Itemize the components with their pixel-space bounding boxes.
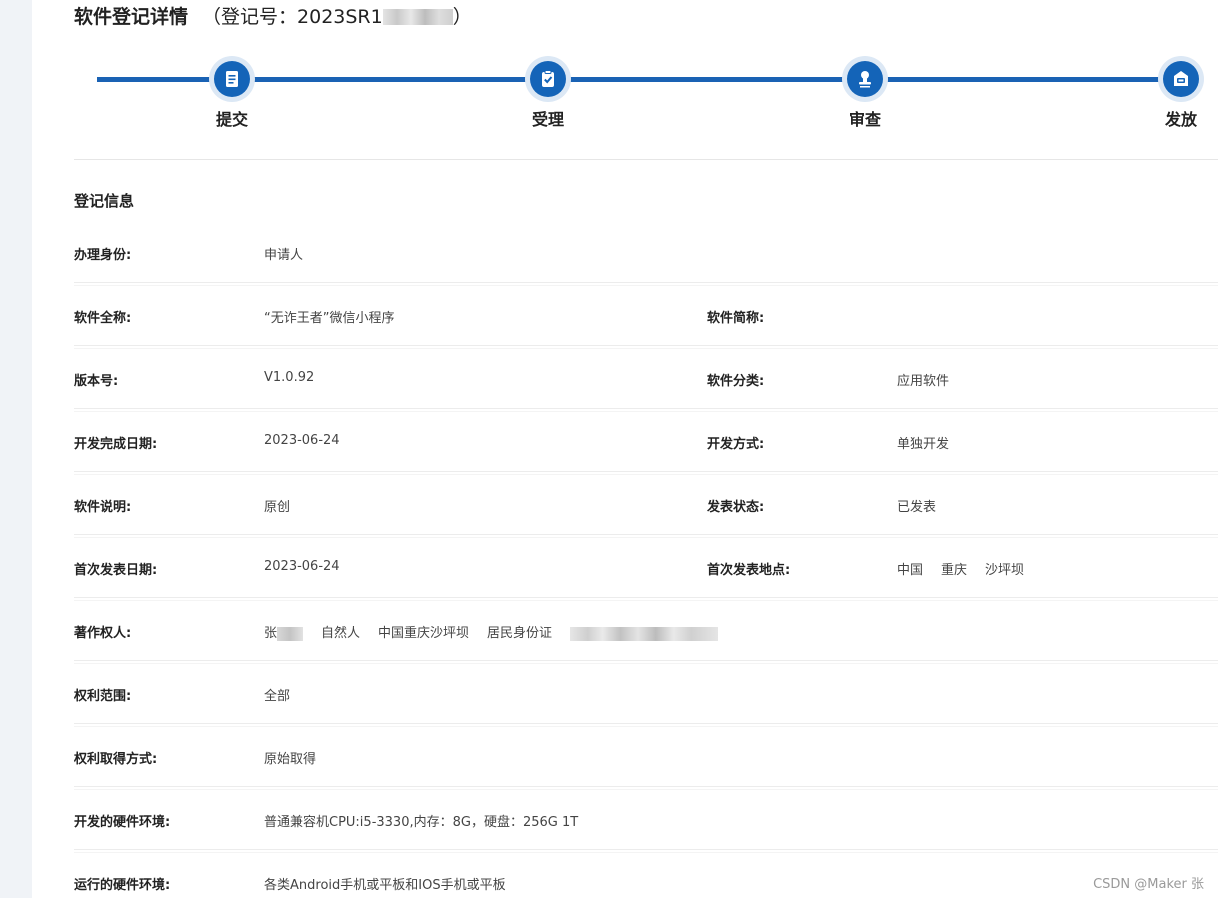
field-value: 全部 [264, 685, 290, 704]
step-label: 审查 [822, 106, 908, 130]
registration-info-table: 办理身份: 申请人 软件全称: “无诈王者”微信小程序 软件简称: 版本号: V… [74, 220, 1218, 913]
owner-surname: 张 [264, 626, 277, 641]
field-label: 开发方式: [707, 433, 764, 452]
page-header: 软件登记详情 （登记号：2023SR1 ） [74, 2, 472, 32]
clipboard-check-icon [538, 69, 558, 89]
field-value: V1.0.92 [264, 370, 314, 385]
publish-district: 沙坪坝 [985, 563, 1024, 578]
field-label: 开发的硬件环境: [74, 811, 170, 830]
info-row: 著作权人: 张 自然人 中国重庆沙坪坝 居民身份证 [74, 598, 1218, 661]
step-label: 发放 [1138, 106, 1218, 130]
info-row: 权利取得方式: 原始取得 [74, 724, 1218, 787]
certificate-box-icon [1171, 69, 1191, 89]
registration-number: （登记号：2023SR1 ） [202, 2, 472, 29]
field-value: 中国 重庆 沙坪坝 [897, 559, 1024, 578]
info-row: 办理身份: 申请人 [74, 220, 1218, 283]
info-row: 开发完成日期: 2023-06-24 开发方式: 单独开发 [74, 409, 1218, 472]
info-row: 软件说明: 原创 发表状态: 已发表 [74, 472, 1218, 535]
step-submit: 提交 [209, 56, 255, 102]
field-label: 运行的硬件环境: [74, 874, 170, 893]
publish-country: 中国 [897, 563, 923, 578]
main-content: 软件登记详情 （登记号：2023SR1 ） 提交 [74, 0, 1218, 898]
owner-id-type: 居民身份证 [487, 626, 552, 641]
registration-prefix: （登记号：2023SR1 [202, 2, 383, 29]
field-value: 申请人 [264, 244, 303, 263]
step-issue: 发放 [1158, 56, 1204, 102]
field-label: 开发完成日期: [74, 433, 157, 452]
field-value: 张 自然人 中国重庆沙坪坝 居民身份证 [264, 622, 718, 641]
info-row: 版本号: V1.0.92 软件分类: 应用软件 [74, 346, 1218, 409]
field-value: 应用软件 [897, 370, 949, 389]
field-value: 原创 [264, 496, 290, 515]
redacted-owner-name [277, 627, 303, 641]
step-accept: 受理 [525, 56, 571, 102]
field-value: 普通兼容机CPU:i5-3330,内存：8G，硬盘：256G 1T [264, 811, 578, 830]
field-label: 软件简称: [707, 307, 764, 326]
left-sidebar-strip [0, 0, 32, 898]
section-title: 登记信息 [74, 190, 134, 211]
progress-stepper: 提交 受理 审查 [74, 52, 1218, 132]
field-value: 单独开发 [897, 433, 949, 452]
step-review: 审查 [842, 56, 888, 102]
field-label: 权利取得方式: [74, 748, 157, 767]
field-value: 2023-06-24 [264, 433, 340, 448]
field-value: 已发表 [897, 496, 936, 515]
field-label: 首次发表日期: [74, 559, 157, 578]
redacted-registration-digits [383, 9, 453, 25]
page-title: 软件登记详情 [74, 2, 188, 29]
field-label: 软件说明: [74, 496, 131, 515]
field-value: 各类Android手机或平板和IOS手机或平板 [264, 874, 506, 893]
step-label: 提交 [189, 106, 275, 130]
field-label: 发表状态: [707, 496, 764, 515]
redacted-id-number [570, 627, 718, 641]
document-icon [222, 69, 242, 89]
field-label: 版本号: [74, 370, 118, 389]
info-row: 软件全称: “无诈王者”微信小程序 软件简称: [74, 283, 1218, 346]
info-row: 权利范围: 全部 [74, 661, 1218, 724]
step-label: 受理 [505, 106, 591, 130]
section-divider [74, 159, 1218, 160]
owner-type: 自然人 [321, 626, 360, 641]
field-value: 原始取得 [264, 748, 316, 767]
stamp-icon [855, 69, 875, 89]
publish-city: 重庆 [941, 563, 967, 578]
field-label: 权利范围: [74, 685, 131, 704]
stepper-line [97, 77, 1181, 82]
field-label: 软件全称: [74, 307, 131, 326]
field-label: 著作权人: [74, 622, 131, 641]
owner-location: 中国重庆沙坪坝 [378, 626, 469, 641]
field-value: “无诈王者”微信小程序 [264, 307, 394, 326]
field-label: 软件分类: [707, 370, 764, 389]
field-value: 2023-06-24 [264, 559, 340, 574]
field-label: 办理身份: [74, 244, 131, 263]
info-row: 首次发表日期: 2023-06-24 首次发表地点: 中国 重庆 沙坪坝 [74, 535, 1218, 598]
registration-suffix: ） [453, 2, 472, 29]
info-row: 开发的硬件环境: 普通兼容机CPU:i5-3330,内存：8G，硬盘：256G … [74, 787, 1218, 850]
watermark: CSDN @Maker 张 [1093, 873, 1204, 892]
info-row: 运行的硬件环境: 各类Android手机或平板和IOS手机或平板 [74, 850, 1218, 913]
field-label: 首次发表地点: [707, 559, 790, 578]
